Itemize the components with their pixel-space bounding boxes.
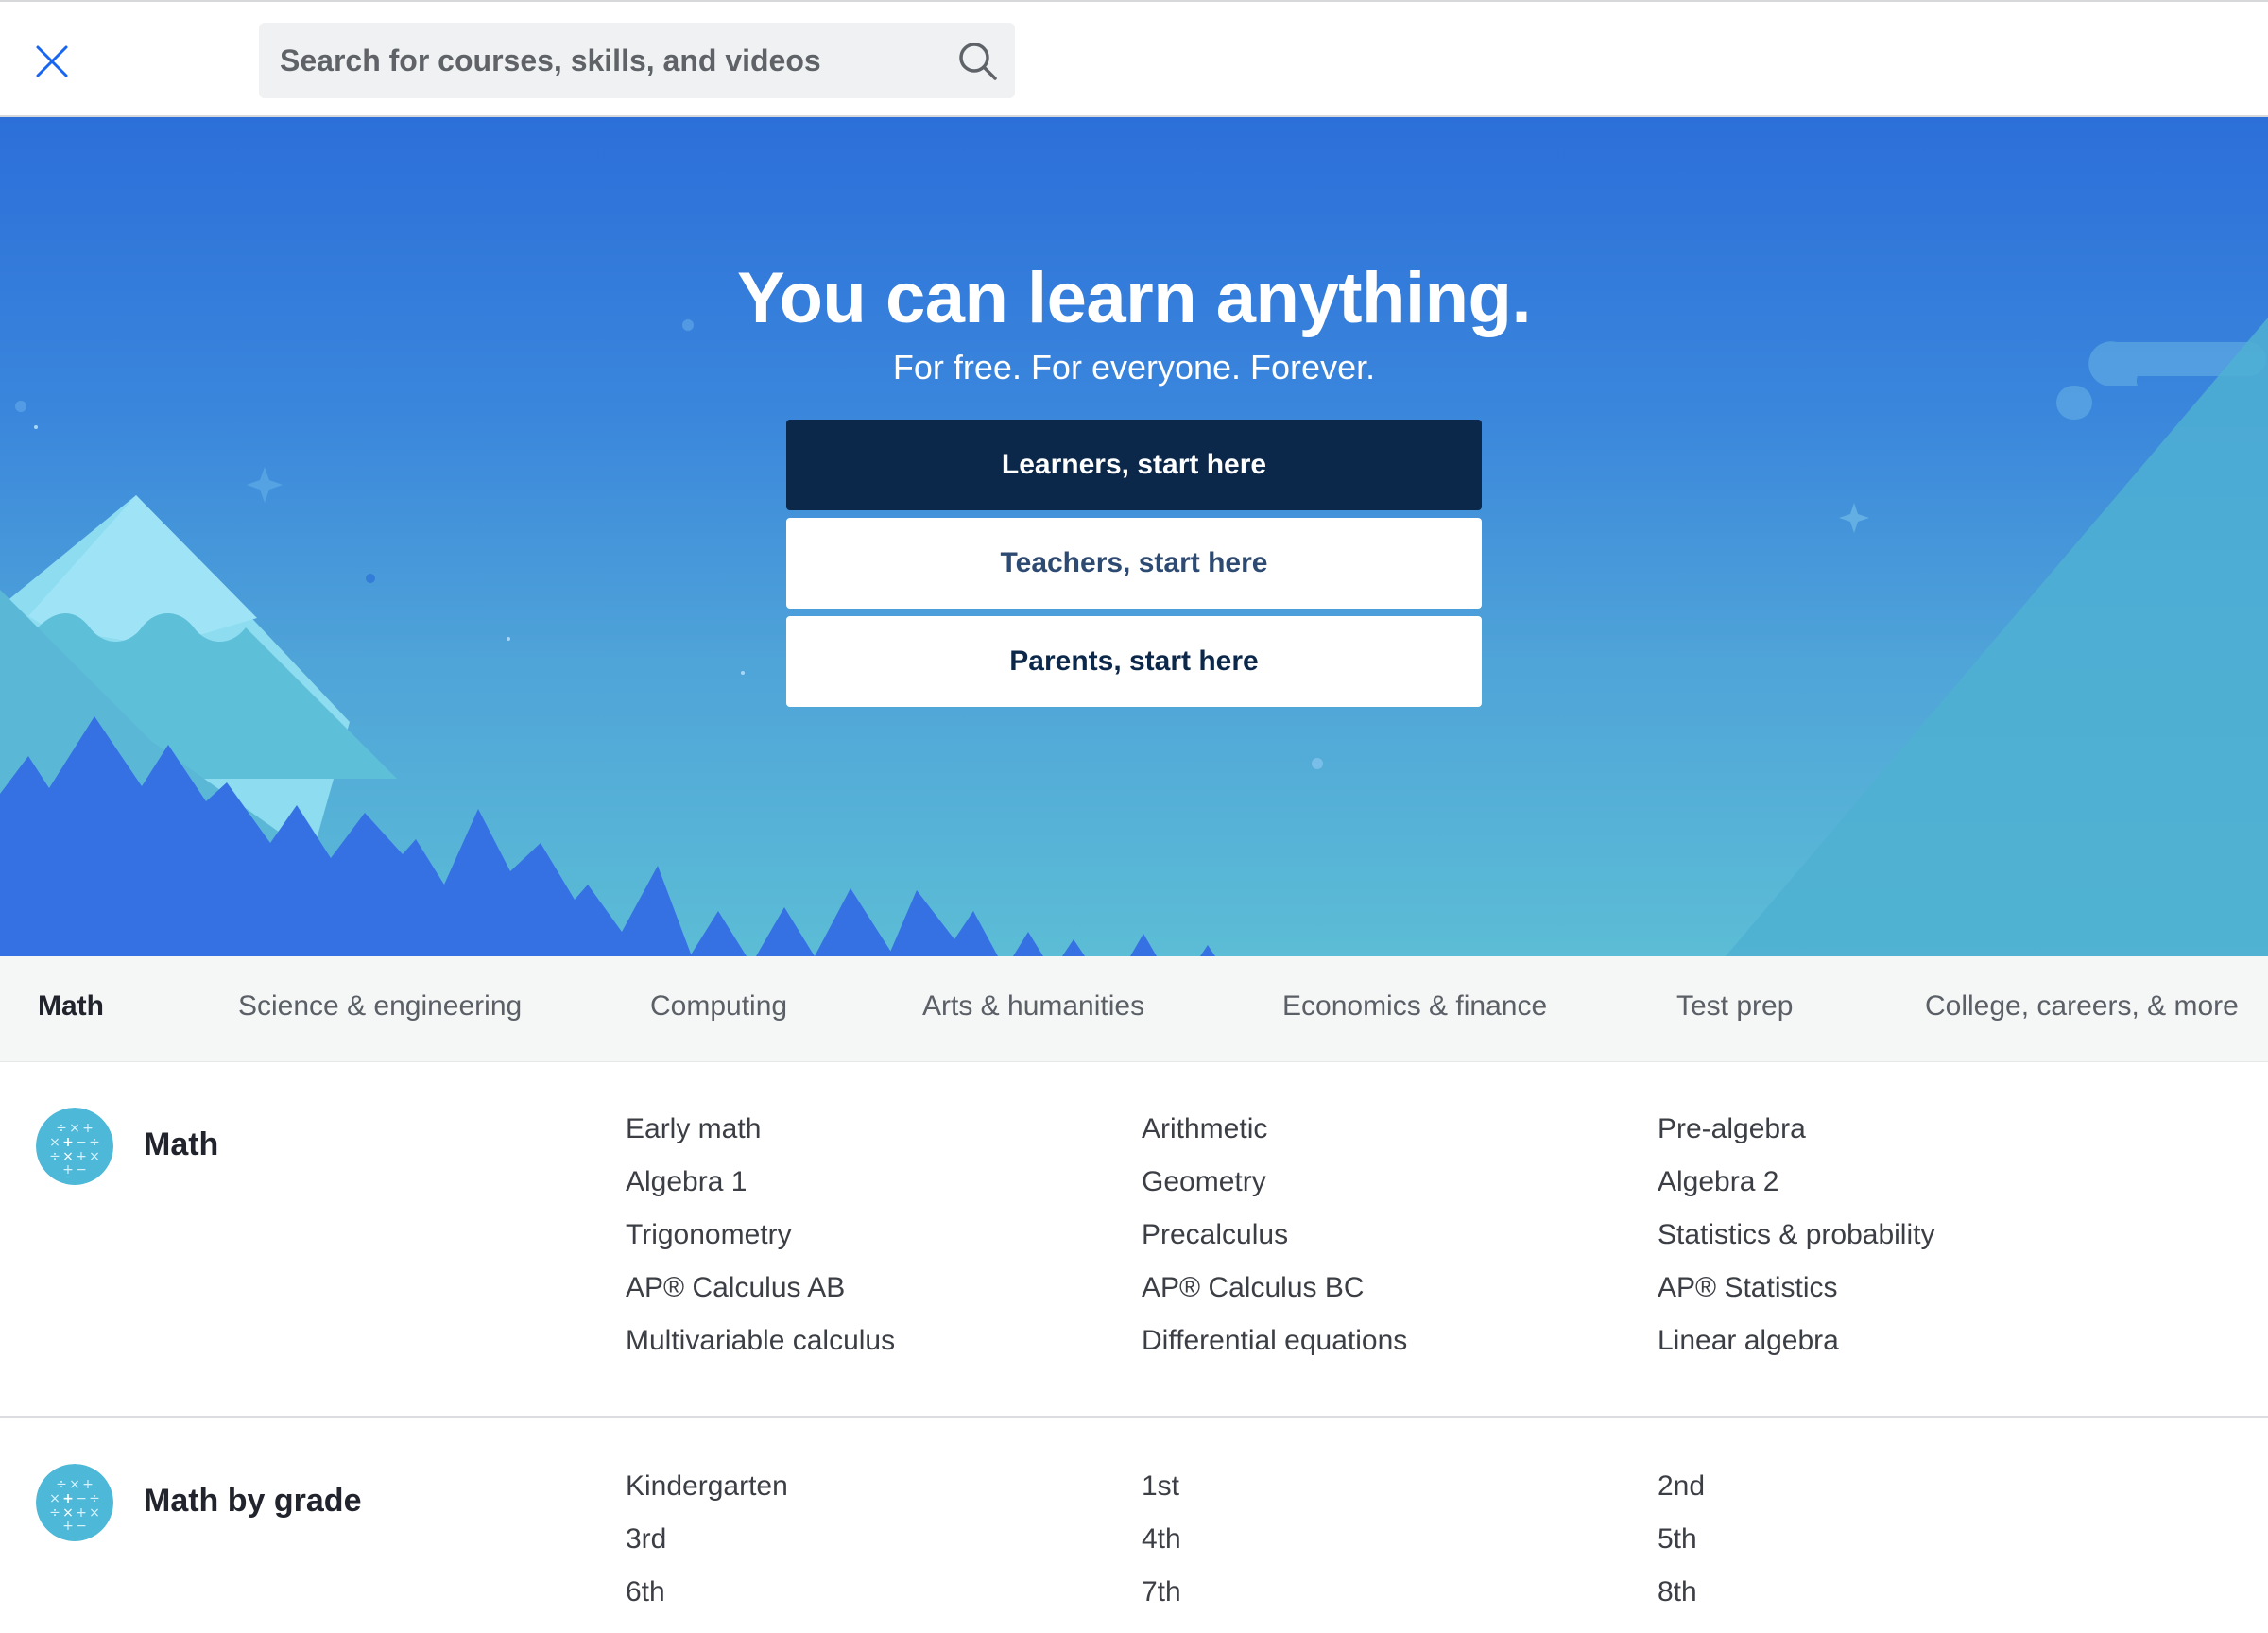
course-link[interactable]: 6th [626,1576,665,1608]
close-button[interactable] [28,38,76,85]
course-link[interactable]: Multivariable calculus [626,1325,895,1357]
svg-text:−: − [76,1162,87,1177]
svg-text:÷: ÷ [89,1491,100,1506]
svg-text:−: − [76,1135,87,1150]
svg-text:+: + [62,1135,74,1150]
course-link[interactable]: 3rd [626,1523,666,1556]
math-icon: ÷ × + × + − ÷ ÷ × + × + − [36,1464,113,1541]
svg-text:+: + [82,1121,94,1136]
svg-text:×: × [49,1491,60,1506]
tab-college-careers[interactable]: College, careers, & more [1925,990,2239,1023]
teachers-start-button[interactable]: Teachers, start here [786,518,1482,609]
svg-text:+: + [62,1491,74,1506]
hero-banner: You can learn anything. For free. For ev… [0,117,2268,956]
tab-science-engineering[interactable]: Science & engineering [238,990,522,1023]
course-link[interactable]: Linear algebra [1658,1325,1839,1357]
course-link[interactable]: 7th [1142,1576,1181,1608]
course-link[interactable]: Early math [626,1113,761,1145]
search-button[interactable] [956,40,1000,83]
svg-text:+: + [62,1519,74,1534]
course-link[interactable]: AP® Calculus BC [1142,1272,1365,1304]
close-icon [36,45,68,77]
course-link[interactable]: Geometry [1142,1166,1266,1198]
tab-math[interactable]: Math [38,990,104,1023]
course-link[interactable]: 8th [1658,1576,1697,1608]
svg-text:÷: ÷ [49,1505,60,1521]
svg-text:+: + [82,1477,94,1492]
tab-economics-finance[interactable]: Economics & finance [1282,990,1547,1023]
svg-text:−: − [76,1519,87,1534]
search-input[interactable] [259,23,939,98]
section-title: Math [144,1126,219,1162]
svg-text:×: × [69,1121,80,1136]
svg-text:÷: ÷ [56,1477,67,1492]
course-link[interactable]: Differential equations [1142,1325,1407,1357]
svg-text:+: + [62,1162,74,1177]
course-link[interactable]: Algebra 1 [626,1166,747,1198]
svg-text:−: − [76,1491,87,1506]
search-box [259,23,1015,98]
section-divider [0,1416,2268,1418]
tab-test-prep[interactable]: Test prep [1676,990,1793,1023]
hero-subtitle: For free. For everyone. Forever. [892,348,1376,387]
svg-text:÷: ÷ [89,1135,100,1150]
svg-text:÷: ÷ [56,1121,67,1136]
search-icon [959,43,997,80]
course-link[interactable]: 4th [1142,1523,1181,1556]
hero-title: You can learn anything. [736,258,1532,338]
parents-start-button[interactable]: Parents, start here [786,616,1482,707]
tab-computing[interactable]: Computing [650,990,787,1023]
svg-text:×: × [89,1149,100,1164]
svg-text:×: × [89,1505,100,1521]
math-icon: ÷ × + × + − ÷ ÷ × + × + − [36,1108,113,1185]
course-link[interactable]: AP® Statistics [1658,1272,1838,1304]
course-link[interactable]: 2nd [1658,1470,1705,1503]
svg-text:×: × [49,1135,60,1150]
top-bar [0,0,2268,117]
svg-text:×: × [69,1477,80,1492]
tab-arts-humanities[interactable]: Arts & humanities [922,990,1144,1023]
course-link[interactable]: 1st [1142,1470,1179,1503]
course-link[interactable]: Statistics & probability [1658,1219,1934,1251]
course-link[interactable]: Arithmetic [1142,1113,1267,1145]
section-title: Math by grade [144,1483,362,1519]
course-link[interactable]: AP® Calculus AB [626,1272,845,1304]
subject-tabs: Math Science & engineering Computing Art… [0,956,2268,1062]
course-link[interactable]: Pre-algebra [1658,1113,1806,1145]
course-link[interactable]: Algebra 2 [1658,1166,1778,1198]
course-link[interactable]: Trigonometry [626,1219,792,1251]
course-link[interactable]: Precalculus [1142,1219,1288,1251]
course-link[interactable]: Kindergarten [626,1470,788,1503]
learners-start-button[interactable]: Learners, start here [786,420,1482,510]
svg-text:÷: ÷ [49,1149,60,1164]
course-link[interactable]: 5th [1658,1523,1697,1556]
